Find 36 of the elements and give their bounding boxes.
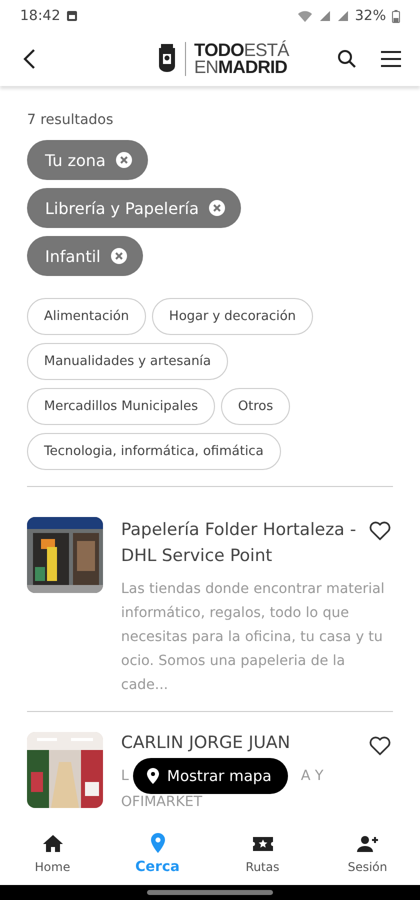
category-chip[interactable]: Otros — [221, 388, 290, 425]
menu-icon — [380, 50, 402, 68]
shop-description: Las tiendas donde encontrar material informático, regalos, todo lo que necesitas para la oficina, tu casa y tu ocio. Somos una papeleria de la cade... — [121, 580, 386, 695]
category-chip[interactable]: Mercadillos Municipales — [27, 388, 216, 425]
category-chip[interactable]: Tecnologia, informática, ofimática — [27, 433, 281, 470]
battery-icon — [392, 10, 400, 22]
signal-icon — [318, 10, 331, 22]
filter-chip[interactable]: Librería y Papelería — [27, 188, 241, 228]
category-chip[interactable]: Alimentación — [27, 298, 146, 335]
wifi-icon — [296, 10, 313, 22]
back-icon — [22, 48, 36, 70]
nav-tab[interactable]: Rutas — [210, 820, 315, 885]
results-count: 7 resultados — [27, 112, 114, 128]
coat-of-arms-icon — [157, 44, 178, 74]
shop-description: L — [121, 767, 129, 786]
show-map-button[interactable]: Mostrar mapa — [133, 758, 288, 794]
category-chip[interactable]: Manualidades y artesanía — [27, 343, 228, 380]
shop-description: OFIMARKET — [121, 794, 204, 810]
image-icon — [66, 10, 78, 22]
logo-text: TODOESTÁ ENMADRID — [185, 42, 289, 76]
nav-tab[interactable]: Home — [0, 820, 105, 885]
location-pin-icon — [147, 768, 159, 784]
shop-title[interactable]: Papelería Folder Hortaleza - DHL Service Point — [121, 517, 365, 569]
remove-icon[interactable] — [208, 200, 225, 216]
category-chip[interactable]: Hogar y decoración — [152, 298, 313, 335]
remove-icon[interactable] — [110, 248, 127, 264]
shop-title[interactable]: CARLIN JORGE JUAN — [121, 732, 290, 754]
status-time: 18:42 — [20, 8, 60, 24]
battery-percent: 32% — [354, 8, 386, 24]
search-icon — [337, 49, 357, 69]
signal-icon — [336, 10, 349, 22]
filter-chip[interactable]: Tu zona — [27, 140, 148, 180]
shop-description: A Y — [300, 767, 324, 786]
nav-tab[interactable]: Sesión — [315, 820, 420, 885]
remove-icon[interactable] — [116, 152, 132, 168]
filter-chip[interactable]: Infantil — [27, 236, 143, 276]
